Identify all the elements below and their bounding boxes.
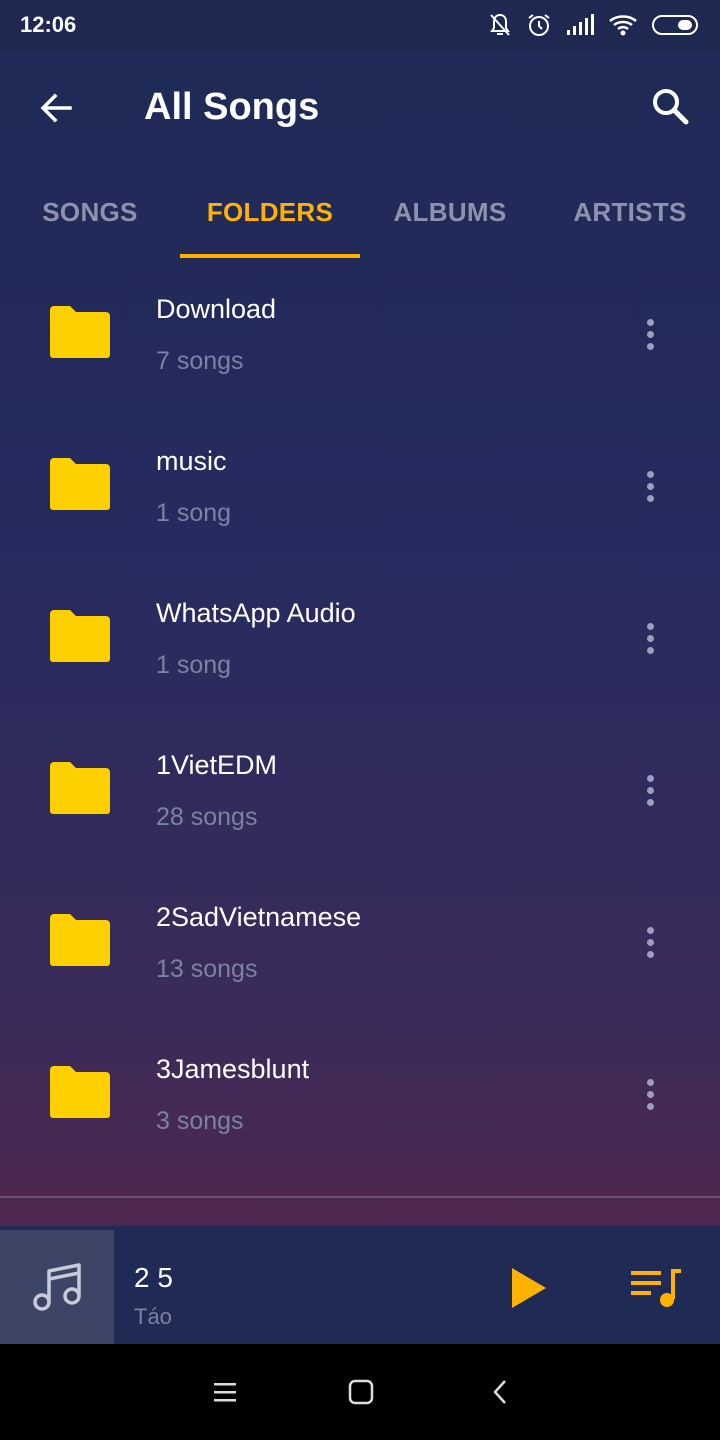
battery-icon [652,13,700,37]
tab-albums[interactable]: ALBUMS [360,166,540,258]
system-back-button[interactable] [480,1372,520,1412]
folder-icon [50,610,110,662]
music-note-icon [33,1263,81,1311]
track-artist: Táo [134,1304,172,1329]
alarm-icon [526,12,552,38]
more-vert-icon [646,622,654,630]
more-options-button[interactable] [626,608,674,668]
folder-list: Download 7 songs music 1 song WhatsApp A… [0,258,720,1170]
more-options-button[interactable] [626,912,674,972]
track-title: 2 5 [134,1262,173,1293]
folder-name: 1VietEDM [156,750,278,780]
folder-song-count: 3 songs [156,1107,244,1135]
folder-name: WhatsApp Audio [156,598,356,628]
more-options-button[interactable] [626,1064,674,1124]
search-button[interactable] [638,78,702,134]
wifi-icon [608,13,638,37]
folder-icon [50,914,110,966]
folder-name: Download [156,294,277,324]
bell-off-icon [488,12,512,38]
folder-icon [50,306,110,358]
home-square-icon [348,1379,374,1405]
more-options-button[interactable] [626,760,674,820]
folder-song-count: 7 songs [156,347,244,375]
play-button[interactable] [498,1262,558,1314]
play-icon [512,1268,546,1308]
status-bar: 12:06 [0,0,720,50]
more-vert-icon [646,470,654,478]
mini-player[interactable]: 2 5 Táo [0,1226,720,1344]
chevron-left-icon [493,1380,506,1404]
folder-name: music [156,446,227,476]
folder-name: 2SadVietnamese [156,902,362,932]
more-vert-icon [646,774,654,782]
status-time: 12:06 [20,12,77,37]
home-button[interactable] [341,1372,381,1412]
tab-folders[interactable]: FOLDERS [180,166,360,258]
queue-music-icon [631,1269,681,1307]
search-icon [653,89,689,125]
app-screen: 12:06 All Songs SONGS FOLDERS ALBUMS ART… [0,0,720,1344]
signal-icon [566,14,594,36]
folder-name: 3Jamesblunt [156,1054,310,1084]
folder-icon [50,762,110,814]
folder-icon [50,1066,110,1118]
more-options-button[interactable] [626,304,674,364]
folder-icon [50,458,110,510]
folder-row[interactable]: music 1 song [0,410,720,562]
tab-artists[interactable]: ARTISTS [540,166,720,258]
back-button[interactable] [28,80,84,136]
tab-bar: SONGS FOLDERS ALBUMS ARTISTS [0,166,720,258]
system-nav-bar [0,1344,720,1440]
status-icons [488,10,700,40]
folder-song-count: 28 songs [156,803,258,831]
folder-row[interactable]: 2SadVietnamese 13 songs [0,866,720,1018]
folder-row[interactable]: 1VietEDM 28 songs [0,714,720,866]
folder-row[interactable]: Download 7 songs [0,258,720,410]
album-art[interactable] [0,1230,114,1344]
arrow-left-icon [40,93,72,123]
app-bar: All Songs [0,50,720,166]
tab-songs[interactable]: SONGS [0,166,180,258]
menu-icon [214,1383,236,1402]
page-title: All Songs [144,86,320,128]
folder-song-count: 13 songs [156,955,258,983]
folder-song-count: 1 song [156,651,232,679]
folder-row[interactable]: 3Jamesblunt 3 songs [0,1018,720,1170]
queue-button[interactable] [624,1262,688,1314]
more-options-button[interactable] [626,456,674,516]
divider [0,1196,720,1198]
folder-song-count: 1 song [156,499,232,527]
more-vert-icon [646,926,654,934]
more-vert-icon [646,1078,654,1086]
recent-apps-button[interactable] [205,1372,245,1412]
more-vert-icon [646,318,654,326]
folder-row[interactable]: WhatsApp Audio 1 song [0,562,720,714]
